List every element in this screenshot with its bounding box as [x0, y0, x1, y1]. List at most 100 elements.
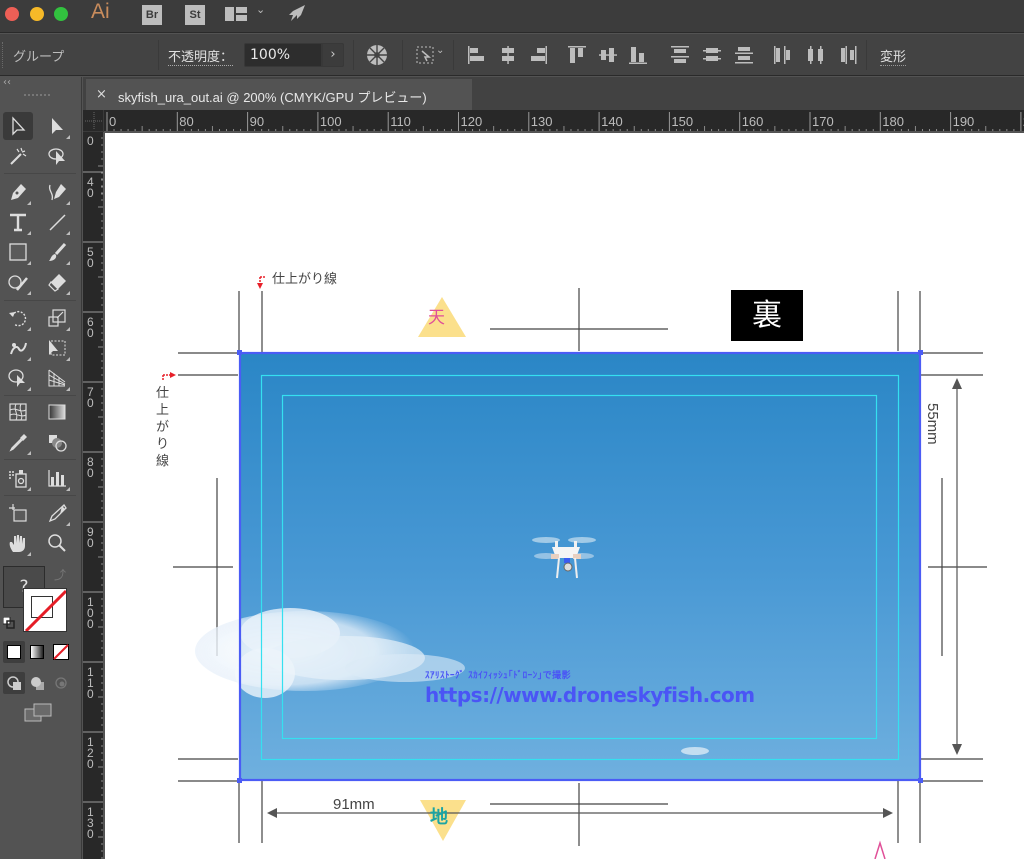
vertical-ruler[interactable]: 0405060708090100110120130: [83, 132, 104, 859]
gradient-mode-button[interactable]: [26, 641, 48, 663]
bottom-marker-label: 地: [430, 807, 448, 828]
divider: [866, 40, 867, 70]
color-mode-button[interactable]: [3, 641, 25, 663]
rotate-tool[interactable]: [3, 304, 33, 332]
distribute-horizontal-center-icon[interactable]: [805, 45, 827, 65]
align-horizontal-center-icon[interactable]: [497, 45, 519, 65]
selection-tool[interactable]: [3, 112, 33, 140]
draw-normal-button[interactable]: [3, 672, 25, 694]
perspective-grid-tool[interactable]: [42, 364, 72, 392]
line-icon: [49, 214, 66, 231]
eraser-tool[interactable]: [42, 268, 72, 296]
draw-inside-button[interactable]: [50, 672, 72, 694]
magic-wand-tool[interactable]: [3, 142, 33, 170]
collapse-panel-button[interactable]: ‹‹: [3, 77, 11, 88]
chevron-down-icon[interactable]: ⌄: [436, 45, 444, 56]
transform-button[interactable]: 変形: [880, 46, 907, 66]
hand-icon: [9, 535, 25, 552]
puppet-warp-tool[interactable]: [3, 334, 33, 362]
swap-fill-stroke-icon[interactable]: ⤴: [54, 566, 66, 583]
free-transform-tool[interactable]: [42, 334, 72, 362]
gradient-tool[interactable]: [42, 398, 72, 426]
column-graph-tool[interactable]: [42, 464, 72, 492]
distribute-top-icon[interactable]: [669, 45, 691, 65]
close-tab-icon[interactable]: ×: [96, 87, 107, 102]
select-similar-objects-icon[interactable]: [415, 45, 435, 65]
ruler-label: 0: [87, 256, 94, 270]
curvature-tool[interactable]: [42, 178, 72, 206]
stock-button[interactable]: St: [185, 5, 205, 25]
panel-grip[interactable]: [24, 94, 50, 98]
shape-builder-tool[interactable]: [3, 364, 33, 392]
bridge-button[interactable]: Br: [142, 5, 162, 25]
minimize-window-button[interactable]: [30, 7, 44, 21]
ruler-label: 190: [953, 114, 975, 129]
align-bottom-icon[interactable]: [627, 45, 649, 65]
gpu-performance-icon[interactable]: [285, 3, 307, 25]
puppet-warp-icon: [10, 342, 27, 355]
symbol-sprayer-tool[interactable]: [3, 464, 33, 492]
illustrator-window: Ai Br St ⌄ グループ 不透明度： 100% › ⌄ 変形 ‹‹ ? ⤴…: [0, 0, 1024, 859]
chevron-down-icon[interactable]: ⌄: [256, 3, 265, 16]
slice-tool[interactable]: [42, 499, 72, 527]
close-window-button[interactable]: [5, 7, 19, 21]
mesh-tool[interactable]: [3, 398, 33, 426]
none-mode-button[interactable]: [50, 641, 72, 663]
align-top-icon[interactable]: [566, 45, 588, 65]
distribute-right-icon[interactable]: [837, 45, 859, 65]
distribute-left-icon[interactable]: [773, 45, 795, 65]
shaper-tool[interactable]: [3, 268, 33, 296]
artboard-canvas[interactable]: 仕上がり線 仕上がり線 裏 天 地 91mm 55mm ｽｱﾘｽﾄｰｸﾞ ｽｶｲ…: [105, 133, 1024, 859]
horizontal-ruler[interactable]: 08090100110120130140150160170180190200: [104, 110, 1024, 132]
change-screen-mode-icon[interactable]: [24, 703, 52, 723]
control-bar: グループ 不透明度： 100% › ⌄ 変形: [0, 34, 1024, 76]
rectangle-tool[interactable]: [3, 238, 33, 266]
type-tool[interactable]: [3, 208, 33, 236]
ruler-label: 130: [531, 114, 553, 129]
divider: [4, 459, 76, 460]
slice-knife-icon: [48, 504, 67, 523]
divider: [4, 395, 76, 396]
divider: [4, 495, 76, 496]
draw-behind-icon: [31, 677, 44, 690]
default-colors-icon[interactable]: [3, 617, 15, 629]
document-title: skyfish_ura_out.ai @ 200% (CMYK/GPU プレビュ…: [118, 90, 427, 105]
zoom-window-button[interactable]: [54, 7, 68, 21]
pen-tool[interactable]: [3, 178, 33, 206]
back-side-badge: 裏: [731, 290, 803, 341]
document-tab[interactable]: × skyfish_ura_out.ai @ 200% (CMYK/GPU プレ…: [86, 79, 472, 111]
align-right-icon[interactable]: [527, 45, 549, 65]
align-left-icon[interactable]: [466, 45, 488, 65]
divider: [402, 40, 403, 70]
divider: [353, 40, 354, 70]
artboard-tool[interactable]: [3, 499, 33, 527]
lasso-icon: [48, 148, 65, 165]
opacity-dropdown-button[interactable]: ›: [322, 43, 344, 67]
arrange-documents-icon[interactable]: [225, 7, 247, 21]
panel-grip[interactable]: [2, 42, 5, 68]
hand-tool[interactable]: [3, 529, 33, 557]
opacity-input[interactable]: 100%: [244, 43, 322, 67]
shaper-icon: [8, 275, 28, 291]
column-graph-icon: [48, 470, 66, 487]
distribute-bottom-icon[interactable]: [733, 45, 755, 65]
card-text-block[interactable]: ｽｱﾘｽﾄｰｸﾞ ｽｶｲﾌｨｯｼｭ｢ﾄﾞﾛｰﾝ｣で撮影 https://www.…: [425, 668, 755, 707]
ruler-origin[interactable]: [83, 110, 104, 132]
small-cloud: [681, 747, 709, 755]
zoom-tool[interactable]: [42, 529, 72, 557]
ruler-label: 0: [109, 114, 116, 129]
recolor-artwork-icon[interactable]: [366, 44, 388, 66]
scale-tool[interactable]: [42, 304, 72, 332]
line-segment-tool[interactable]: [42, 208, 72, 236]
opacity-label[interactable]: 不透明度：: [168, 46, 234, 66]
divider: [158, 40, 159, 70]
stroke-swatch[interactable]: [23, 588, 67, 632]
lasso-tool[interactable]: [42, 142, 72, 170]
draw-behind-button[interactable]: [26, 672, 48, 694]
distribute-vertical-center-icon[interactable]: [701, 45, 723, 65]
direct-selection-tool[interactable]: [42, 112, 72, 140]
blend-tool[interactable]: [42, 428, 72, 456]
paintbrush-tool[interactable]: [42, 238, 72, 266]
align-vertical-center-icon[interactable]: [597, 45, 619, 65]
eyedropper-tool[interactable]: [3, 428, 33, 456]
